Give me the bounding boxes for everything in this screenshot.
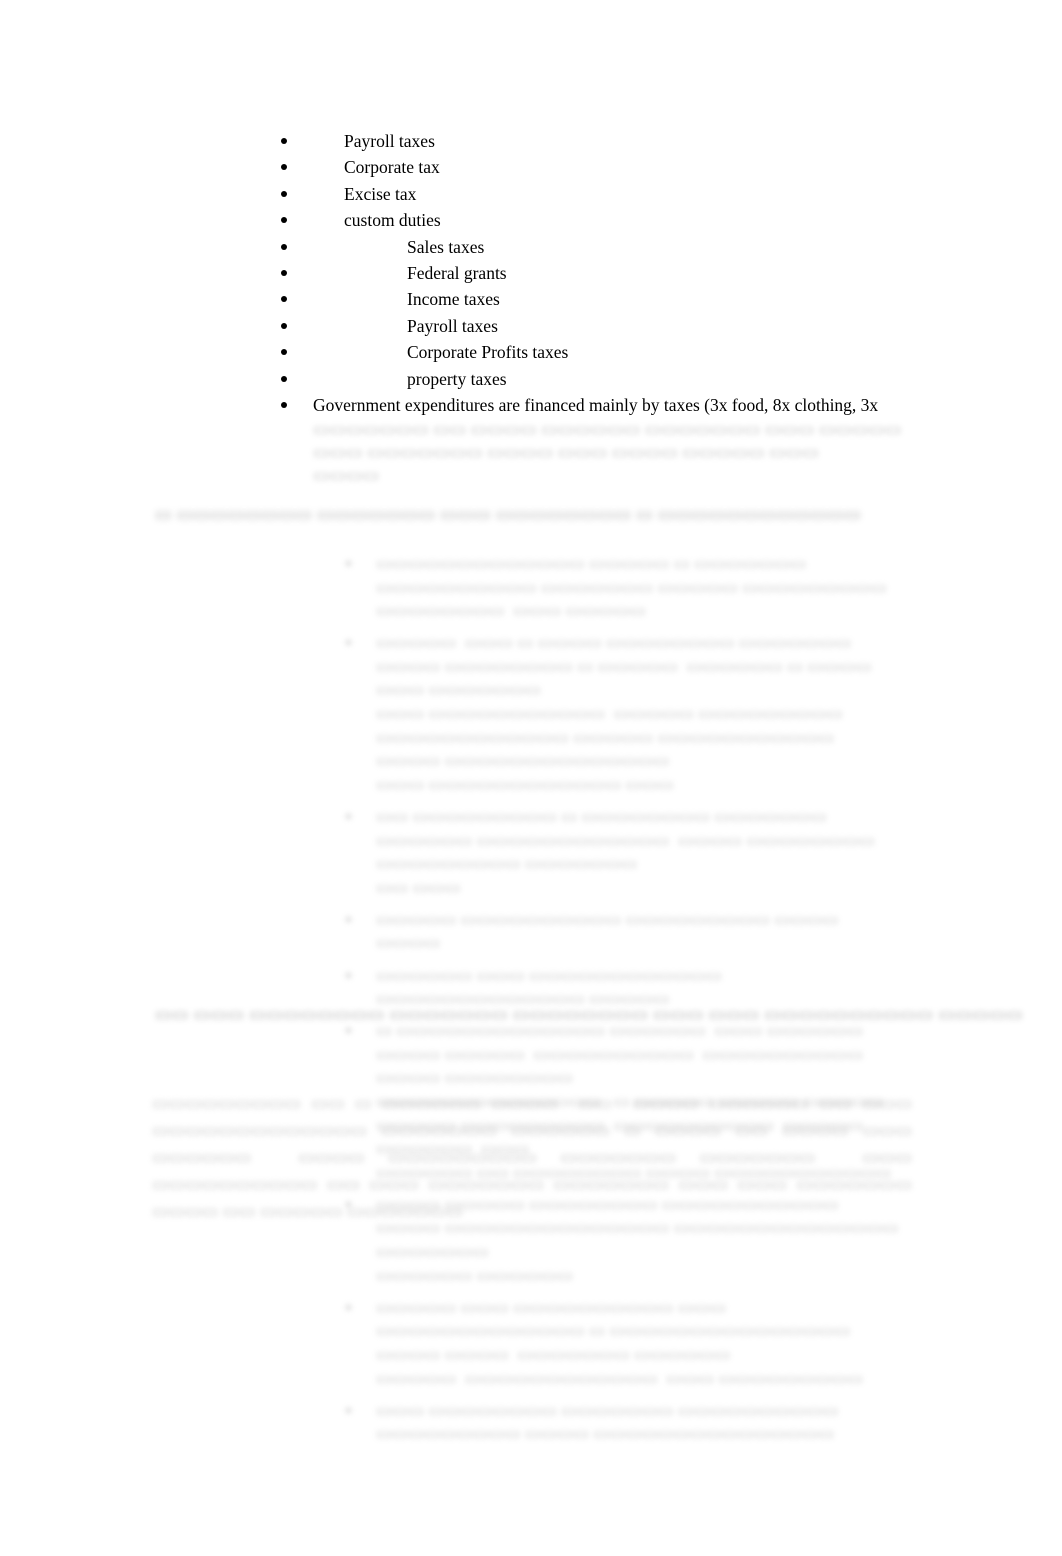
list-item: Sales taxes — [270, 234, 970, 260]
list-item: Corporate Profits taxes — [270, 339, 970, 365]
list-item: Corporate tax — [270, 154, 970, 180]
list-item: Income taxes — [270, 286, 970, 312]
list-item-label: Payroll taxes — [407, 315, 498, 336]
list-item-line: ▭▭▭▭▭▭ ▭▭▭▭▭▭ — [376, 1265, 573, 1285]
bullet-icon — [346, 1304, 351, 1310]
list-item-label: property taxes — [407, 368, 507, 389]
list-item-label: Corporate tax — [344, 157, 440, 178]
list-item: Government expenditures are financed mai… — [270, 392, 970, 487]
bullet-icon — [281, 339, 291, 365]
list-item-line: ▭▭▭▭▭ ▭▭▭▭▭▭▭▭▭▭ ▭▭▭▭▭▭▭▭▭ ▭▭▭▭ ▭▭▭▭ — [376, 909, 847, 953]
bullet-icon — [346, 916, 351, 922]
tax-sources-list: Payroll taxes Corporate tax Excise tax c… — [270, 128, 970, 487]
list-item: ▭▭▭▭▭ ▭▭▭ ▭ ▭▭▭▭ ▭▭▭▭▭▭▭▭ ▭▭▭▭▭▭▭ ▭▭▭▭ ▭… — [340, 631, 900, 796]
list-item-line: ▭▭▭▭▭ ▭▭▭ ▭▭▭▭▭▭▭▭▭▭ ▭▭▭ ▭▭▭▭▭▭▭▭▭▭▭▭▭ ▭… — [376, 1297, 855, 1364]
list-item: Federal grants — [270, 260, 970, 286]
section-heading-2: ▭▭ ▭▭▭ ▭▭▭▭▭▭▭▭ ▭▭▭▭▭▭▭ ▭▭▭▭▭▭▭▭ ▭▭▭ ▭▭▭… — [155, 1004, 1023, 1024]
section-heading-1: ▭ ▭▭▭▭▭▭▭▭ ▭▭▭▭▭▭▭ ▭▭▭ ▭▭▭▭▭▭▭▭ ▭ ▭▭▭▭▭▭… — [155, 504, 862, 524]
bullet-icon — [346, 813, 351, 819]
list-item-line: ▭▭▭ ▭▭▭▭▭▭▭▭▭▭▭ ▭▭▭▭▭ ▭▭▭▭▭▭▭▭▭ ▭▭▭▭▭▭▭▭… — [376, 704, 852, 771]
bullet-icon — [281, 234, 291, 260]
list-item: ▭▭ ▭▭▭▭▭▭▭▭▭ ▭ ▭▭▭▭▭▭▭▭ ▭▭▭▭▭▭▭ ▭▭▭▭▭▭ ▭… — [340, 805, 900, 899]
list-item-label: custom duties — [344, 210, 441, 231]
list-item: ▭▭▭ ▭▭▭▭▭▭▭▭ ▭▭▭▭▭▭▭ ▭▭▭▭▭▭▭▭▭▭ ▭▭▭▭▭▭▭▭… — [340, 1399, 900, 1446]
closing-paragraph: ▭▭▭▭▭▭▭▭▭ ▭▭ ▭ ▭▭▭▭▭▭ ▭▭▭▭ ▭▭ ▭▭▭▭ ▭▭▭▭▭… — [152, 1093, 917, 1221]
list-item: ▭▭▭▭▭ ▭▭▭ ▭▭▭▭▭▭▭▭▭▭ ▭▭▭ ▭▭▭▭▭▭▭▭▭▭▭▭▭ ▭… — [340, 1296, 900, 1390]
list-item-line: ▭▭▭▭▭ ▭▭▭ ▭ ▭▭▭▭ ▭▭▭▭▭▭▭▭ ▭▭▭▭▭▭▭ ▭▭▭▭ ▭… — [376, 633, 876, 700]
list-item-label: Corporate Profits taxes — [407, 342, 569, 363]
bullet-icon — [281, 128, 291, 154]
bullet-icon — [281, 313, 291, 339]
list-item: property taxes — [270, 366, 970, 392]
bullet-icon — [281, 392, 291, 418]
list-item-line: ▭ ▭▭▭▭▭▭▭▭▭▭▭▭▭ ▭▭▭▭▭▭ ▭▭▭ ▭▭▭▭▭▭ ▭▭▭▭ ▭… — [376, 1021, 868, 1088]
bullet-icon — [346, 1407, 351, 1413]
list-item-label: Excise tax — [344, 183, 417, 204]
list-item-label: Sales taxes — [407, 236, 485, 257]
list-item: custom duties — [270, 207, 970, 233]
list-item-label: Government expenditures are financed mai… — [313, 395, 879, 416]
bullet-icon — [281, 181, 291, 207]
bullet-icon — [346, 561, 351, 566]
list-item: ▭▭▭▭▭▭▭▭▭▭▭▭▭ ▭▭▭▭▭ ▭ ▭▭▭▭▭▭▭ ▭▭▭▭▭▭▭▭▭▭… — [340, 552, 900, 623]
list-item-label: Payroll taxes — [344, 131, 435, 151]
list-item-line: ▭▭▭▭▭▭▭▭▭▭▭▭▭ ▭▭▭▭▭ ▭ ▭▭▭▭▭▭▭ ▭▭▭▭▭▭▭▭▭▭… — [376, 554, 887, 597]
list-item: Payroll taxes — [270, 313, 970, 339]
list-item-line: ▭▭ ▭▭▭▭▭▭▭▭▭ ▭ ▭▭▭▭▭▭▭▭ ▭▭▭▭▭▭▭ ▭▭▭▭▭▭ ▭… — [376, 806, 880, 874]
bullet-icon — [346, 640, 351, 646]
list-item-label: Federal grants — [407, 263, 507, 284]
bullet-icon — [281, 366, 291, 392]
document-page: Payroll taxes Corporate tax Excise tax c… — [0, 0, 1062, 1556]
list-item: Payroll taxes — [270, 128, 970, 154]
list-item-line: ▭▭▭ ▭▭▭▭▭▭▭▭ ▭▭▭▭▭▭▭ ▭▭▭▭▭▭▭▭▭▭ ▭▭▭▭▭▭▭▭… — [376, 1400, 843, 1444]
list-item-label: Income taxes — [407, 289, 500, 310]
list-item-continuation: ▭▭▭▭▭▭▭ ▭▭ ▭▭▭▭ ▭▭▭▭▭▭ ▭▭▭▭▭▭▭ ▭▭▭ ▭▭▭▭▭… — [313, 419, 902, 463]
bullet-icon — [281, 154, 291, 180]
bullet-icon — [281, 286, 291, 312]
bullet-icon — [346, 1028, 351, 1034]
list-item: Excise tax — [270, 181, 970, 207]
list-item-line: ▭▭▭ ▭▭▭▭▭▭▭▭▭▭▭▭ ▭▭▭ — [376, 774, 674, 794]
bullet-icon — [346, 972, 351, 978]
list-item-line: ▭▭▭▭▭ ▭▭▭▭▭▭▭▭▭▭▭▭ ▭▭▭ ▭▭▭▭▭▭▭▭▭ — [376, 1368, 864, 1388]
bullet-icon — [281, 207, 291, 233]
list-item: ▭▭▭▭▭ ▭▭▭▭▭▭▭▭▭▭ ▭▭▭▭▭▭▭▭▭ ▭▭▭▭ ▭▭▭▭ — [340, 908, 900, 955]
list-item-continuation: ▭▭▭▭ — [313, 465, 380, 486]
list-item-line: ▭▭ ▭▭▭ — [376, 877, 461, 897]
list-item-line: ▭▭▭▭▭▭▭▭ ▭▭▭ ▭▭▭▭▭ — [376, 601, 646, 621]
bullet-icon — [281, 260, 291, 286]
